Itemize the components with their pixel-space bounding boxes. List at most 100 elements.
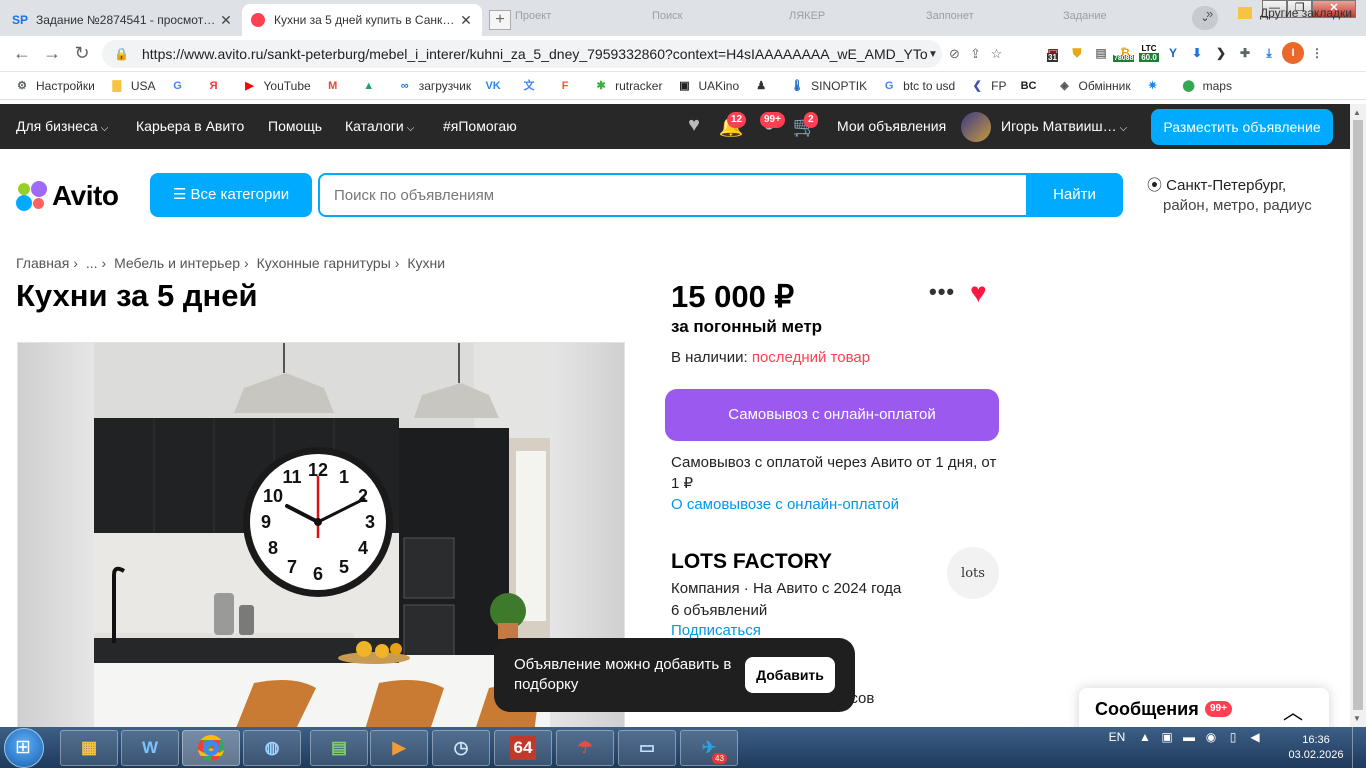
start-button[interactable] [4,728,44,768]
network-taskbar-icon[interactable]: ◍ [243,730,301,766]
more-bookmarks-icon[interactable]: » [1206,6,1213,21]
shield-ext-icon[interactable]: ⛊ [1065,42,1089,64]
tab-close-icon[interactable]: ✕ [218,12,234,29]
nav-career[interactable]: Карьера в Авито [136,118,244,134]
breadcrumb-item[interactable]: Кухонные гарнитуры [257,255,391,271]
ghost-tab[interactable]: Заппонет [926,10,1053,28]
search-input[interactable] [334,185,1014,205]
tray-network-icon[interactable]: ▣ [1156,730,1178,744]
dropdown-icon[interactable]: ▼ [928,49,942,60]
bookmark-google[interactable]: G [170,79,192,93]
nav-my-ads[interactable]: Мои объявления [837,118,946,134]
bookmark-thermometer[interactable]: 🌡 SINOPTIK [789,79,867,93]
seller-logo[interactable]: lots [947,547,999,599]
page-scrollbar[interactable]: ▲ ▼ [1350,104,1366,727]
clock-taskbar-icon[interactable]: ◷ [432,730,490,766]
all-categories-button[interactable]: ☰ Все категории [150,173,312,217]
litecoin-ext-icon[interactable]: LTC 60.0 [1137,42,1161,64]
messages-widget[interactable]: Сообщения 99+ ︿ [1079,688,1329,727]
bookmark-gmail[interactable]: M [325,79,347,93]
add-button[interactable]: Добавить [745,657,835,693]
find-button[interactable]: Найти [1026,173,1123,217]
ghost-tab[interactable]: Задание [1063,10,1190,28]
umbrella-taskbar-icon[interactable]: ☂ [556,730,614,766]
bookmark-infinity[interactable]: ∞ загрузчик [397,79,471,93]
tray-monitor-icon[interactable]: ▯ [1222,730,1244,744]
bookmark-youtube[interactable]: ▶ YouTube [242,79,310,93]
bookmark-folder[interactable]: ▇ USA [109,79,156,93]
explorer-taskbar-icon[interactable]: ▦ [60,730,118,766]
bookmark-maps[interactable]: ⬤ maps [1181,79,1232,93]
share-icon[interactable]: ⇪ [965,44,986,64]
bookmark-star[interactable]: ✷ [1145,79,1167,93]
vpn-ext-icon[interactable]: Y [1161,42,1185,64]
bookmark-f[interactable]: F [557,79,579,93]
post-ad-button[interactable]: Разместить объявление [1151,109,1333,145]
tab-task[interactable]: SP Задание №2874541 - просмотр з… ✕ [4,4,242,36]
media-player-taskbar-icon[interactable]: ▶ [370,730,428,766]
pickup-info-link[interactable]: О самовывозе с онлайн-оплатой [671,496,899,513]
telegram-taskbar-icon[interactable]: ✈ [680,730,738,766]
bookmark-vk[interactable]: VK [485,79,507,93]
nav-help[interactable]: Помощь [268,118,322,134]
aida64-taskbar-icon[interactable]: 64 [494,730,552,766]
puzzle-icon[interactable]: ✚ [1233,42,1257,64]
blocked-icon[interactable]: ⊘ [944,44,965,64]
reload-icon[interactable]: ↻ [72,44,92,64]
chevron-up-icon[interactable]: ︿ [1283,696,1303,725]
breadcrumb-item[interactable]: Главная [16,255,69,271]
bookmark-bc[interactable]: BC [1021,79,1043,93]
terminal-ext-icon[interactable]: ❯ [1209,42,1233,64]
nav-business[interactable]: Для бизнеса ⌵ [16,118,108,134]
tray-battery-icon[interactable]: ▬ [1178,730,1200,744]
new-tab-button[interactable]: + [489,10,511,30]
seller-name[interactable]: LOTS FACTORY [671,550,832,574]
url-text[interactable]: https://www.avito.ru/sankt-peterburg/meb… [142,46,928,62]
bookmark-drive[interactable]: ▲ [361,79,383,93]
bookmark-rutracker[interactable]: ✱ rutracker [593,79,662,93]
back-icon[interactable]: ← [12,44,32,64]
nav-catalogs[interactable]: Каталоги ⌵ [345,118,414,134]
profile-avatar[interactable]: I [1281,42,1305,64]
bookmark-fp[interactable]: ❮ FP [969,79,1007,93]
bookmark-star-icon[interactable]: ☆ [986,44,1007,64]
location-selector[interactable]: ⦿ Санкт-Петербург, район, метро, радиус [1147,176,1312,216]
heart-icon[interactable]: ♥ [681,114,707,140]
tab-avito[interactable]: Кухни за 5 дней купить в Санкт-П ✕ [242,4,482,36]
avatar[interactable] [961,112,991,142]
language-indicator[interactable]: EN [1100,730,1134,744]
nav-ihelp[interactable]: #яПомогаю [443,118,517,134]
other-bookmarks[interactable]: Другие закладки [1238,6,1352,20]
address-bar[interactable]: 🔒 https://www.avito.ru/sankt-peterburg/m… [102,40,942,68]
lock-icon[interactable]: 🔒 [114,47,132,61]
breadcrumb-item[interactable]: Кухни [407,255,445,271]
chrome-taskbar-icon[interactable] [182,730,240,766]
calendar-ext-icon[interactable]: ▣31 [1041,42,1065,64]
bookmark-yandex[interactable]: Я [206,79,228,93]
tray-volume-icon[interactable]: ◀ [1244,730,1266,744]
bitcoin-ext-icon[interactable]: ₿ 78088 [1113,42,1137,64]
downloads-icon[interactable]: ⤓ [1257,42,1281,64]
ghost-tab[interactable]: Поиск [652,10,779,28]
bookmark-google[interactable]: Gbtc to usd [881,79,955,93]
bookmark-gear[interactable]: ⚙ Настройки [14,79,95,93]
bookmark-uakino[interactable]: ▣ UAKino [676,79,739,93]
breadcrumb-item[interactable]: Мебель и интерьер [114,255,240,271]
ghost-tab[interactable]: ЛЯКЕР [789,10,916,28]
avito-logo[interactable]: Avito [16,180,119,212]
ghost-tab[interactable]: Проект [515,10,642,28]
download-ext-icon[interactable]: ⬇ [1185,42,1209,64]
cpu-monitor-taskbar-icon[interactable]: ▤ [310,730,368,766]
bookmark-translate[interactable]: 文 [521,79,543,93]
wise-care-taskbar-icon[interactable]: W [121,730,179,766]
tray-feed-icon[interactable]: ◉ [1200,730,1222,744]
subscribe-link[interactable]: Подписаться [671,622,761,639]
kitchen-photo[interactable]: 12 1 2 3 4 5 6 7 8 9 10 11 [94,343,550,727]
show-desktop-button[interactable] [1352,727,1366,768]
notepad-taskbar-icon[interactable]: ▭ [618,730,676,766]
tab-close-icon[interactable]: ✕ [458,12,474,29]
bookmark-person[interactable]: ♟ [753,79,775,93]
tab-search-button[interactable]: ⌄ [1192,6,1218,30]
favorite-heart-icon[interactable]: ♥ [970,279,987,307]
tray-expand-icon[interactable]: ▲ [1134,730,1156,744]
